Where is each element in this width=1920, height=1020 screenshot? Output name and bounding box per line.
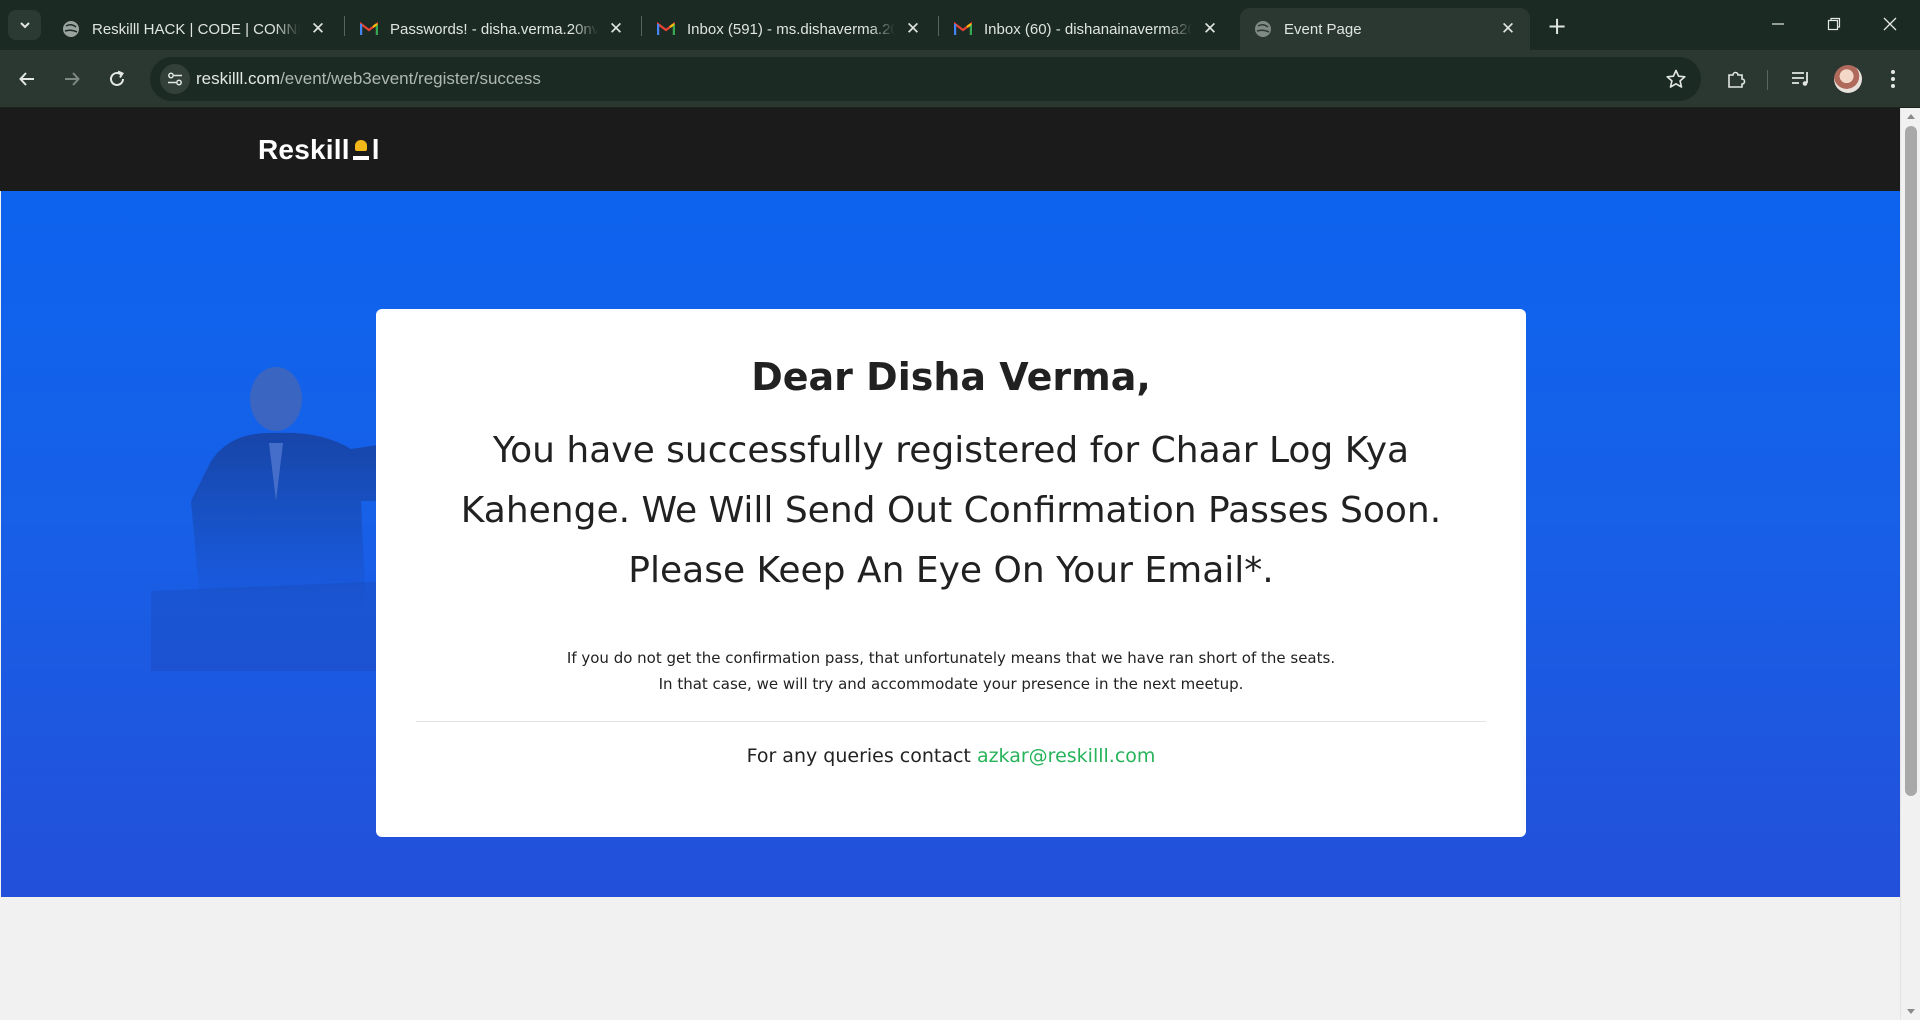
tab-title: Inbox (591) - ms.dishaverma.20@gmail.com xyxy=(687,20,895,38)
site-header: Reskill l xyxy=(0,108,1900,191)
page-viewport: Reskill l Dear Disha Verma, You have suc… xyxy=(0,108,1900,1020)
close-icon[interactable]: ✕ xyxy=(606,19,626,39)
site-info-button[interactable] xyxy=(160,64,190,94)
tab-title: Reskilll HACK | CODE | CONNECT xyxy=(92,20,300,38)
logo-text: Reskill xyxy=(258,134,350,165)
note-line-1: If you do not get the confirmation pass,… xyxy=(566,649,1336,667)
tab-event-page[interactable]: Event Page ✕ xyxy=(1240,8,1530,50)
tab-title: Passwords! - disha.verma.20nv@gmail.com xyxy=(390,20,598,38)
tab-separator xyxy=(641,16,642,36)
tab-title: Inbox (60) - dishanainaverma20@gmail.com xyxy=(984,20,1192,38)
browser-tab-strip: Reskilll HACK | CODE | CONNECT ✕ Passwor… xyxy=(0,0,1920,50)
restore-icon xyxy=(1827,17,1841,31)
tab-separator xyxy=(938,16,939,36)
close-icon[interactable]: ✕ xyxy=(308,19,328,39)
close-window-button[interactable] xyxy=(1862,0,1918,48)
playlist-icon xyxy=(1792,72,1808,86)
url-path: /event/web3event/register/success xyxy=(280,69,541,88)
browser-toolbar: reskilll.com/event/web3event/register/su… xyxy=(0,50,1920,108)
card-divider xyxy=(416,721,1486,722)
hero-banner: Dear Disha Verma, You have successfully … xyxy=(1,191,1900,897)
reload-icon xyxy=(110,70,124,86)
tab-title: Event Page xyxy=(1284,20,1362,38)
scroll-up-arrow-icon[interactable] xyxy=(1906,112,1916,122)
close-icon[interactable]: ✕ xyxy=(903,19,923,39)
scrollbar-thumb[interactable] xyxy=(1905,126,1917,796)
contact-line: For any queries contact azkar@reskilll.c… xyxy=(376,745,1526,767)
browser-menu-button[interactable] xyxy=(1878,64,1908,94)
more-vertical-icon xyxy=(1891,70,1895,88)
contact-email-link[interactable]: azkar@reskilll.com xyxy=(977,745,1155,767)
tab-reskilll[interactable]: Reskilll HACK | CODE | CONNECT ✕ xyxy=(48,8,340,50)
restore-button[interactable] xyxy=(1806,0,1862,48)
toolbar-divider xyxy=(1767,70,1768,90)
back-button[interactable] xyxy=(10,62,44,96)
reskilll-logo[interactable]: Reskill l xyxy=(258,134,380,166)
seat-availability-note: If you do not get the confirmation pass,… xyxy=(376,645,1526,697)
contact-prefix: For any queries contact xyxy=(746,745,971,767)
note-line-2: In that case, we will try and accommodat… xyxy=(658,675,1244,693)
bookmark-star-icon[interactable] xyxy=(1665,68,1687,90)
tune-icon xyxy=(168,72,182,86)
tab-search-button[interactable] xyxy=(8,10,41,40)
gmail-icon xyxy=(657,20,675,38)
close-icon[interactable]: ✕ xyxy=(1498,19,1518,39)
globe-icon xyxy=(1254,20,1272,38)
close-icon[interactable]: ✕ xyxy=(1200,19,1220,39)
tab-inbox-591[interactable]: Inbox (591) - ms.dishaverma.20@gmail.com… xyxy=(643,8,935,50)
chevron-down-icon xyxy=(19,22,30,29)
speaker-silhouette-image xyxy=(151,367,391,671)
forward-button[interactable] xyxy=(55,62,89,96)
tab-separator xyxy=(344,16,345,36)
url-text[interactable]: reskilll.com/event/web3event/register/su… xyxy=(196,69,541,89)
media-control-button[interactable] xyxy=(1786,64,1816,94)
logo-mark-icon xyxy=(352,138,370,162)
gmail-icon xyxy=(360,20,378,38)
tab-passwords[interactable]: Passwords! - disha.verma.20nv@gmail.com … xyxy=(346,8,638,50)
minimize-icon xyxy=(1772,23,1784,25)
success-message: You have successfully registered for Cha… xyxy=(460,430,1442,591)
arrow-left-icon xyxy=(19,72,34,86)
minimize-button[interactable] xyxy=(1750,0,1806,48)
extensions-button[interactable] xyxy=(1721,64,1751,94)
globe-icon xyxy=(62,20,80,38)
tab-inbox-60[interactable]: Inbox (60) - dishanainaverma20@gmail.com… xyxy=(940,8,1232,50)
address-bar[interactable]: reskilll.com/event/web3event/register/su… xyxy=(150,57,1701,101)
reload-button[interactable] xyxy=(100,62,134,96)
gmail-icon xyxy=(954,20,972,38)
new-tab-button[interactable]: + xyxy=(1543,12,1571,40)
arrow-right-icon xyxy=(65,72,80,86)
scroll-down-arrow-icon[interactable] xyxy=(1906,1006,1916,1016)
close-icon xyxy=(1883,17,1897,31)
page-scrollbar[interactable] xyxy=(1900,108,1920,1020)
profile-avatar[interactable] xyxy=(1834,65,1862,93)
logo-text-tail: l xyxy=(371,134,380,165)
page-lower-section xyxy=(0,897,1900,1020)
puzzle-icon xyxy=(1728,71,1746,88)
url-host: reskilll.com xyxy=(196,69,281,88)
greeting-heading: Dear Disha Verma, xyxy=(751,355,1151,399)
registration-success-card: Dear Disha Verma, You have successfully … xyxy=(376,309,1526,837)
